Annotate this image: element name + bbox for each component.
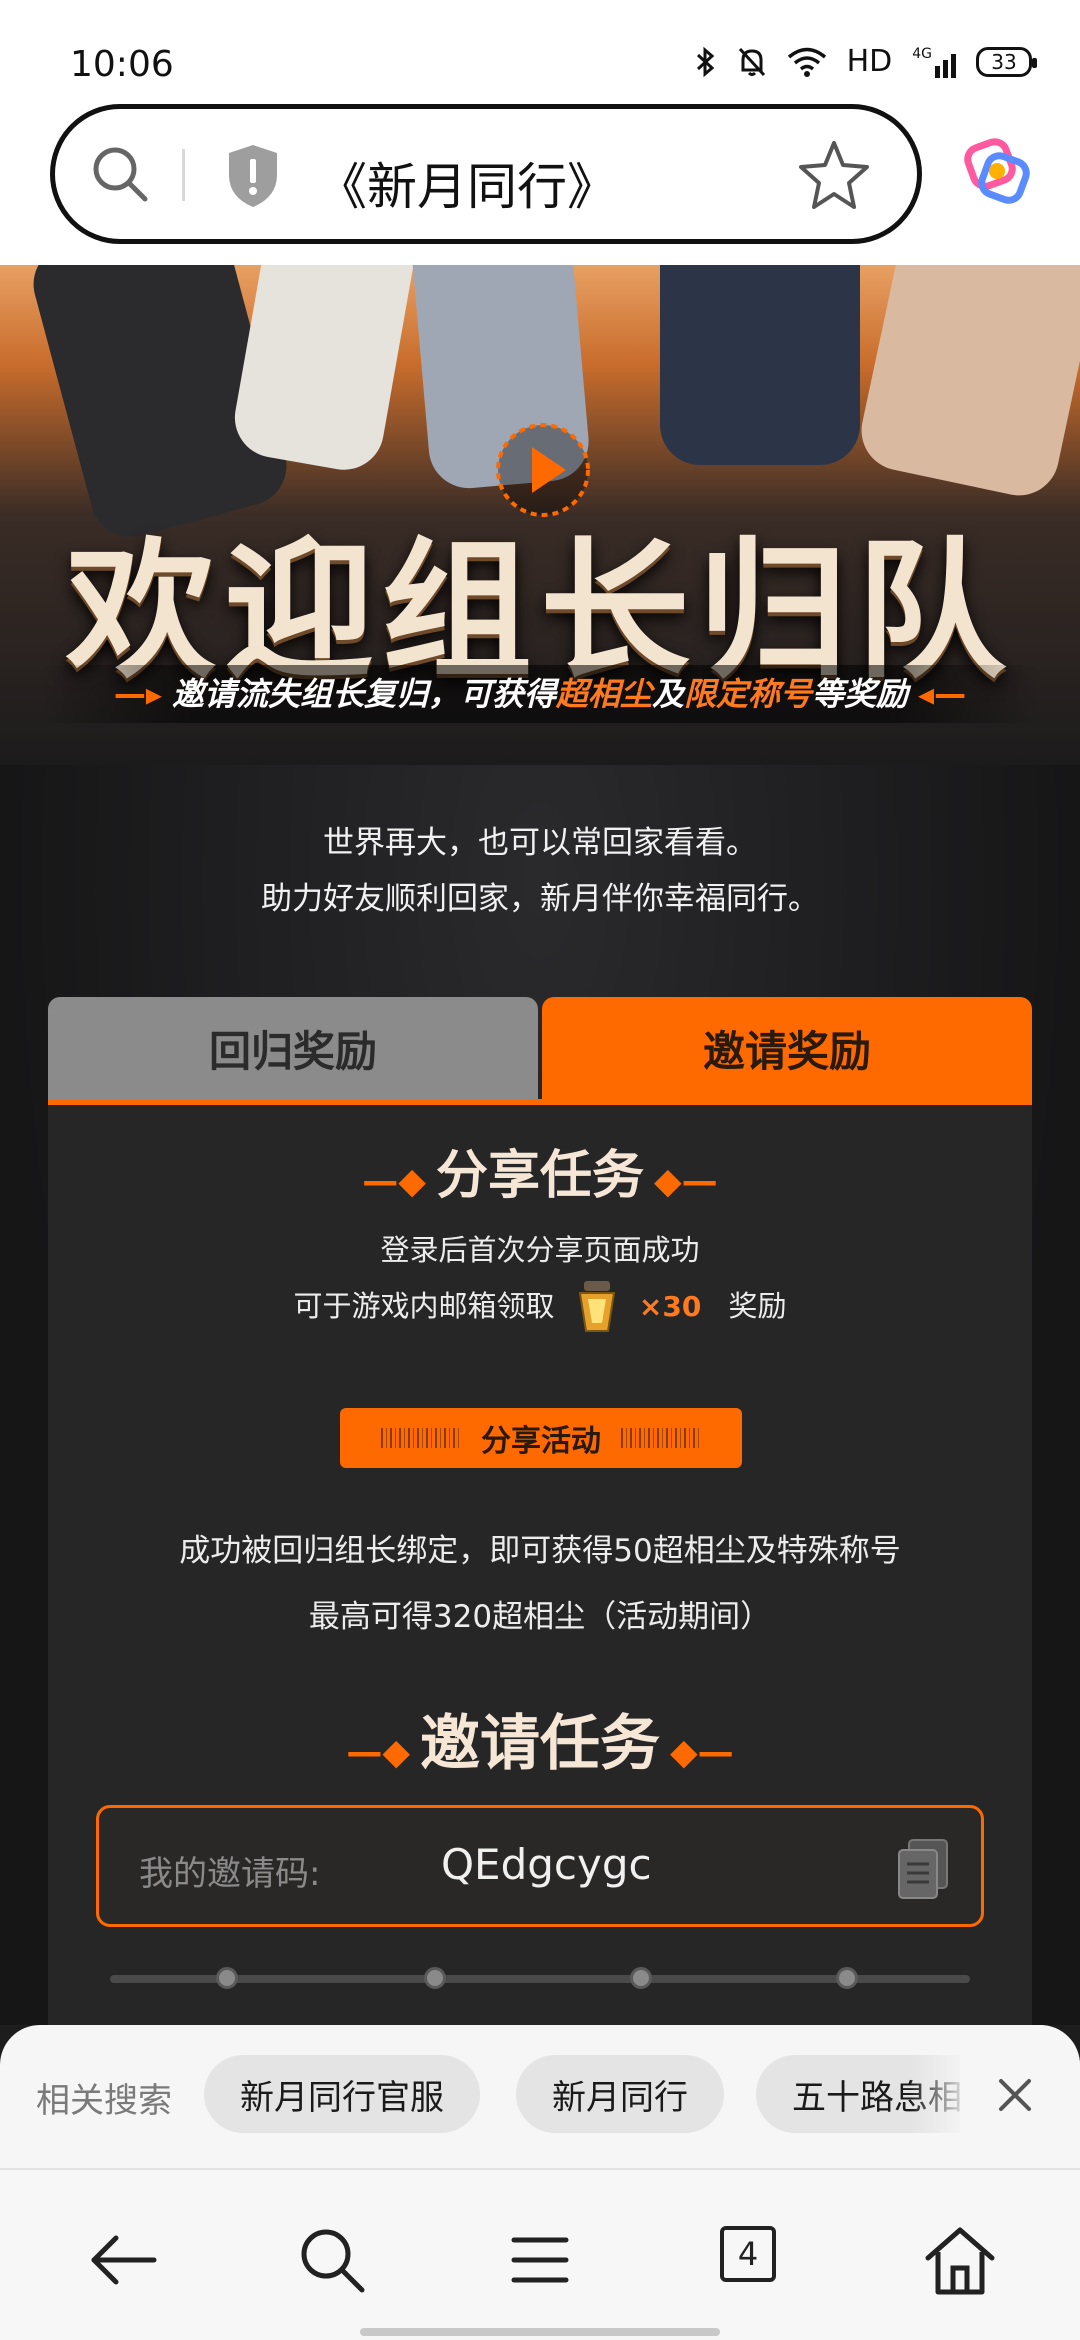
tab-count: 4 [737, 2235, 759, 2273]
invite-code-label: 我的邀请码: [139, 1854, 321, 1894]
character-art [854, 265, 1080, 503]
intro-line: 助力好友顺利回家，新月伴你幸福同行。 [261, 881, 819, 917]
related-search-chip[interactable]: 新月同行官服 [204, 2055, 480, 2133]
share-activity-button[interactable]: 分享活动 [340, 1408, 742, 1468]
search-icon[interactable] [85, 139, 155, 209]
page-content: 欢迎组长归队 —▸ 邀请流失组长复归，可获得超相尘及限定称号等奖励 ◂— 世界再大，… [0, 265, 1080, 2025]
shield-icon[interactable] [223, 141, 283, 211]
network-label: HD [846, 44, 893, 79]
share-button-label: 分享活动 [481, 1424, 601, 1459]
character-art [228, 265, 422, 477]
related-search-label: 相关搜索 [36, 2081, 172, 2121]
character-art [660, 265, 860, 465]
signal-icon: 4G [912, 46, 956, 78]
search-icon[interactable] [290, 2218, 374, 2302]
intro-text: 世界再大，也可以常回家看看。 助力好友顺利回家，新月伴你幸福同行。 [0, 815, 1080, 927]
status-bar: 10:06 HD 4G 33 [0, 0, 1080, 100]
share-task-desc: 登录后首次分享页面成功 [380, 1233, 700, 1267]
share-task-title: —◆ 分享任务 ◆— [362, 1146, 718, 1206]
invite-progress-track [110, 1967, 970, 1989]
home-icon[interactable] [918, 2218, 1002, 2302]
invite-code-box: 我的邀请码: QEdgcygc [96, 1805, 984, 1927]
decoration [621, 1428, 701, 1448]
status-icons: HD 4G 33 [695, 44, 1037, 79]
copy-icon[interactable] [895, 1838, 951, 1900]
home-indicator [360, 2328, 720, 2336]
battery-icon: 33 [976, 46, 1037, 77]
stardust-reward-icon [578, 1281, 615, 1332]
mute-bell-icon [738, 47, 765, 76]
tab-return-reward[interactable]: 回归奖励 [48, 997, 538, 1099]
related-search-chip[interactable]: 新月同行 [516, 2055, 724, 2133]
star-icon[interactable] [796, 137, 872, 213]
browser-toolbar: 《新月同行》 [0, 100, 1080, 265]
intro-line: 世界再大，也可以常回家看看。 [323, 825, 757, 861]
close-icon[interactable] [985, 2065, 1045, 2125]
bind-info: 成功被回归组长绑定，即可获得50超相尘及特殊称号 [179, 1533, 901, 1569]
bottom-navigation: 4 [0, 2170, 1080, 2340]
browser-logo-icon[interactable] [962, 136, 1032, 206]
related-search-bar: 相关搜索 新月同行官服 新月同行 五十路息相 [0, 2025, 1080, 2170]
status-time: 10:06 [70, 44, 174, 85]
separator [182, 149, 185, 201]
menu-icon[interactable] [498, 2218, 582, 2302]
progress-node [216, 1967, 238, 1989]
tabs-icon[interactable]: 4 [720, 2226, 776, 2282]
wifi-icon [787, 47, 826, 77]
battery-level: 33 [991, 49, 1017, 74]
bind-info-max: 最高可得320超相尘（活动期间） [308, 1599, 772, 1635]
page-title[interactable]: 《新月同行》 [317, 147, 617, 219]
signal-label: 4G [912, 45, 932, 62]
decoration [381, 1428, 461, 1448]
address-bar[interactable]: 《新月同行》 [50, 104, 922, 244]
invite-task-title: —◆ 邀请任务 ◆— [346, 1709, 734, 1779]
hero-banner: 欢迎组长归队 —▸ 邀请流失组长复归，可获得超相尘及限定称号等奖励 ◂— [0, 265, 1080, 765]
progress-node [630, 1967, 652, 1989]
progress-node [424, 1967, 446, 1989]
reward-tabs: 回归奖励 邀请奖励 [48, 997, 1032, 1105]
invite-code-value[interactable]: QEdgcygc [441, 1840, 652, 1889]
share-task-reward: 可于游戏内邮箱领取 ×30 奖励 [0, 1279, 1080, 1337]
bluetooth-icon [696, 46, 714, 77]
back-arrow-icon[interactable] [82, 2218, 166, 2302]
progress-node [836, 1967, 858, 1989]
hero-subtitle: —▸ 邀请流失组长复归，可获得超相尘及限定称号等奖励 ◂— [40, 665, 1040, 723]
reward-count: ×30 [638, 1290, 702, 1323]
tab-invite-reward[interactable]: 邀请奖励 [542, 997, 1032, 1099]
